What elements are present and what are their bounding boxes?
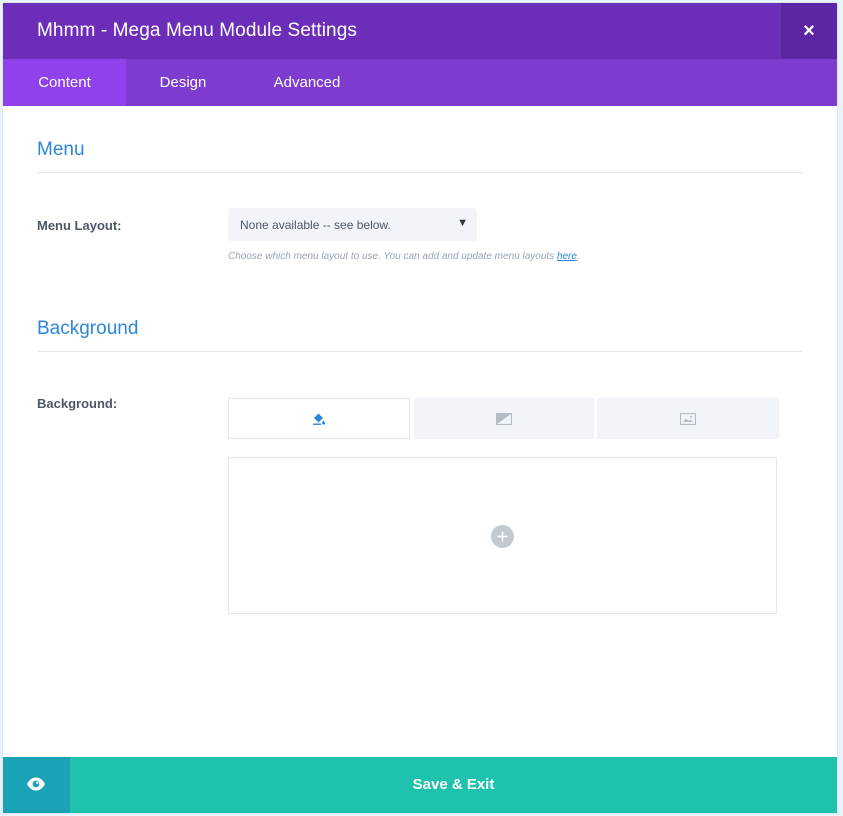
image-icon xyxy=(680,412,696,425)
plus-icon xyxy=(497,531,508,542)
menu-layout-help: Choose which menu layout to use. You can… xyxy=(228,251,580,262)
tab-content[interactable]: Content xyxy=(3,59,126,106)
menu-section-divider xyxy=(37,172,803,173)
preview-button[interactable] xyxy=(3,757,70,813)
close-button[interactable]: × xyxy=(781,3,837,59)
save-exit-button[interactable]: Save & Exit xyxy=(70,757,837,813)
modal-title: Mhmm - Mega Menu Module Settings xyxy=(37,20,357,41)
menu-section-title[interactable]: Menu xyxy=(37,139,85,161)
background-preview xyxy=(228,457,777,614)
background-section-divider xyxy=(37,351,803,352)
background-gradient-tab[interactable] xyxy=(414,398,594,439)
menu-layout-label: Menu Layout: xyxy=(37,218,122,233)
settings-tabs: Content Design Advanced xyxy=(3,59,837,106)
background-label: Background: xyxy=(37,396,118,411)
tab-design[interactable]: Design xyxy=(126,59,240,106)
background-color-tab[interactable] xyxy=(228,398,410,439)
add-background-button[interactable] xyxy=(491,525,514,548)
module-settings-modal: Mhmm - Mega Menu Module Settings × Conte… xyxy=(3,3,837,813)
menu-layout-help-text: Choose which menu layout to use. You can… xyxy=(228,251,557,262)
menu-layout-help-suffix: . xyxy=(576,251,580,262)
menu-layouts-link[interactable]: here xyxy=(557,251,577,262)
tab-advanced[interactable]: Advanced xyxy=(240,59,374,106)
modal-footer: Save & Exit xyxy=(3,757,837,813)
background-image-tab[interactable] xyxy=(597,398,779,439)
gradient-icon xyxy=(496,412,512,425)
menu-layout-value: None available -- see below. xyxy=(240,218,391,232)
paint-bucket-icon xyxy=(313,413,325,425)
menu-layout-select[interactable]: None available -- see below. ▼ xyxy=(228,208,477,241)
dropdown-arrow-icon: ▼ xyxy=(457,217,468,229)
background-section-title[interactable]: Background xyxy=(37,318,138,340)
eye-icon xyxy=(27,777,45,791)
modal-header: Mhmm - Mega Menu Module Settings × xyxy=(3,3,837,59)
